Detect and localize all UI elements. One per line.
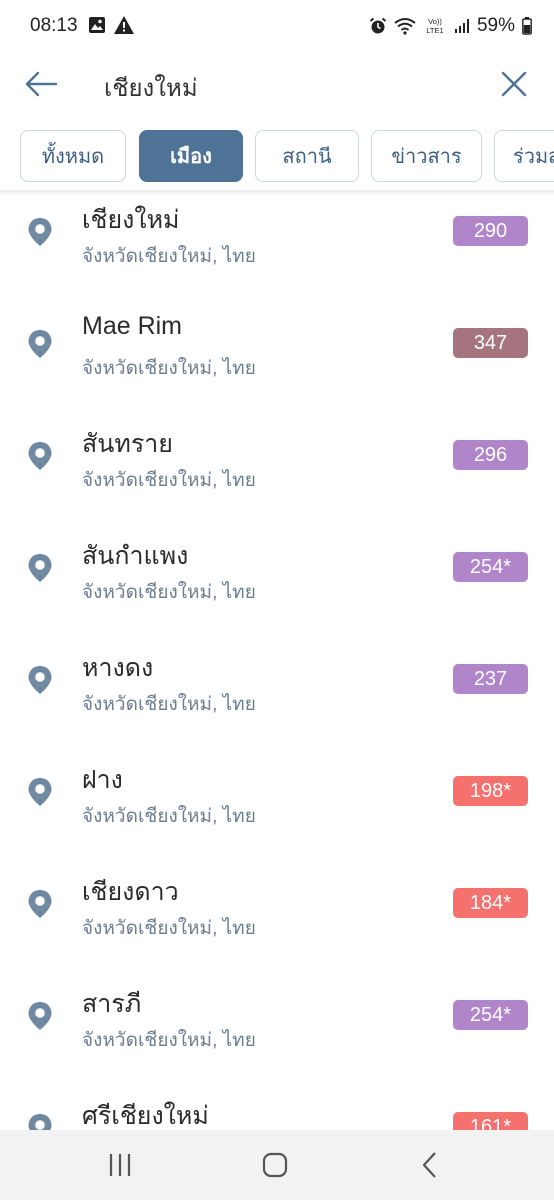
result-row[interactable]: Mae Rim จังหวัดเชียงใหม่, ไทย 347 (0, 308, 554, 420)
aqi-badge: 161* (453, 1112, 528, 1130)
tab-label: ข่าวสาร (391, 146, 462, 168)
aqi-badge: 296 (453, 440, 528, 470)
result-subtitle: จังหวัดเชียงใหม่, ไทย (82, 582, 256, 603)
tab-label: ร่วมส (513, 146, 554, 168)
result-title: หางดง (82, 654, 154, 682)
location-pin-icon (28, 666, 52, 694)
result-title: Mae Rim (82, 312, 183, 340)
location-pin-icon (28, 554, 52, 582)
screen: 08:13 Vo)) LTE1 59% เชียงใหม่ ทั้งหมด เม… (0, 0, 554, 1200)
image-icon (89, 17, 105, 33)
aqi-badge: 347 (453, 328, 528, 358)
tab-contribute[interactable]: ร่วมส (494, 130, 554, 182)
status-time: 08:13 (30, 15, 78, 36)
tab-label: สถานี (282, 146, 332, 168)
wifi-icon (394, 18, 416, 35)
category-tabs: ทั้งหมด เมือง สถานี ข่าวสาร ร่วมส (0, 130, 554, 184)
tab-label: เมือง (170, 146, 212, 168)
result-subtitle: จังหวัดเชียงใหม่, ไทย (82, 358, 256, 379)
result-row[interactable]: ศรีเชียงใหม่ 161* (0, 1092, 554, 1130)
aqi-badge: 254* (453, 552, 528, 582)
tab-stations[interactable]: สถานี (255, 130, 359, 182)
aqi-badge: 237 (453, 664, 528, 694)
location-pin-icon (28, 330, 52, 358)
result-row[interactable]: สารภี จังหวัดเชียงใหม่, ไทย 254* (0, 980, 554, 1092)
result-row[interactable]: ฝาง จังหวัดเชียงใหม่, ไทย 198* (0, 756, 554, 868)
result-title: ฝาง (82, 766, 123, 794)
result-subtitle: จังหวัดเชียงใหม่, ไทย (82, 470, 256, 491)
results-list: เชียงใหม่ จังหวัดเชียงใหม่, ไทย 290 Mae … (0, 196, 554, 1130)
recent-apps-icon (109, 1154, 131, 1176)
result-row[interactable]: สันทราย จังหวัดเชียงใหม่, ไทย 296 (0, 420, 554, 532)
result-row[interactable]: เชียงใหม่ จังหวัดเชียงใหม่, ไทย 290 (0, 196, 554, 308)
tab-all[interactable]: ทั้งหมด (20, 130, 126, 182)
result-row[interactable]: หางดง จังหวัดเชียงใหม่, ไทย 237 (0, 644, 554, 756)
aqi-badge: 290 (453, 216, 528, 246)
volte-top-label: Vo)) (428, 17, 442, 26)
tab-cities[interactable]: เมือง (139, 130, 243, 182)
location-pin-icon (28, 218, 52, 246)
battery-icon (522, 17, 532, 35)
close-icon (501, 71, 527, 97)
aqi-badge: 184* (453, 888, 528, 918)
search-header: เชียงใหม่ (0, 52, 554, 116)
result-subtitle: จังหวัดเชียงใหม่, ไทย (82, 1030, 256, 1051)
alarm-icon (369, 17, 387, 34)
signal-icon (454, 19, 469, 33)
warning-icon (114, 16, 134, 34)
result-title: สันทราย (82, 430, 173, 458)
aqi-badge: 198* (453, 776, 528, 806)
home-button[interactable] (255, 1148, 295, 1182)
result-row[interactable]: สันกำแพง จังหวัดเชียงใหม่, ไทย 254* (0, 532, 554, 644)
result-title: เชียงใหม่ (82, 206, 180, 234)
search-input[interactable]: เชียงใหม่ (104, 68, 198, 107)
location-pin-icon (28, 1002, 52, 1030)
status-bar: 08:13 Vo)) LTE1 59% (0, 0, 554, 52)
result-title: สารภี (82, 990, 142, 1018)
system-nav-bar (0, 1130, 554, 1200)
result-title: ศรีเชียงใหม่ (82, 1102, 209, 1130)
volte-bottom-label: LTE1 (426, 26, 443, 35)
aqi-badge: 254* (453, 1000, 528, 1030)
result-subtitle: จังหวัดเชียงใหม่, ไทย (82, 918, 256, 939)
location-pin-icon (28, 778, 52, 806)
status-notification-icons (88, 16, 134, 34)
arrow-left-icon (25, 71, 58, 97)
result-subtitle: จังหวัดเชียงใหม่, ไทย (82, 246, 256, 267)
back-nav-button[interactable] (410, 1148, 450, 1182)
volte-icon: Vo)) LTE1 (426, 17, 443, 35)
result-title: สันกำแพง (82, 542, 189, 570)
result-row[interactable]: เชียงดาว จังหวัดเชียงใหม่, ไทย 184* (0, 868, 554, 980)
tab-label: ทั้งหมด (41, 146, 105, 168)
clear-search-button[interactable] (494, 64, 534, 104)
recent-apps-button[interactable] (100, 1148, 140, 1182)
result-subtitle: จังหวัดเชียงใหม่, ไทย (82, 694, 256, 715)
location-pin-icon (28, 890, 52, 918)
result-subtitle: จังหวัดเชียงใหม่, ไทย (82, 806, 256, 827)
back-icon (422, 1152, 436, 1178)
tab-news[interactable]: ข่าวสาร (371, 130, 482, 182)
battery-percent: 59% (476, 15, 515, 36)
location-pin-icon (28, 442, 52, 470)
home-icon (262, 1152, 288, 1178)
location-pin-icon (28, 1114, 52, 1130)
result-title: เชียงดาว (82, 878, 179, 906)
status-system-icons: Vo)) LTE1 59% (369, 15, 532, 37)
back-button[interactable] (22, 64, 62, 104)
